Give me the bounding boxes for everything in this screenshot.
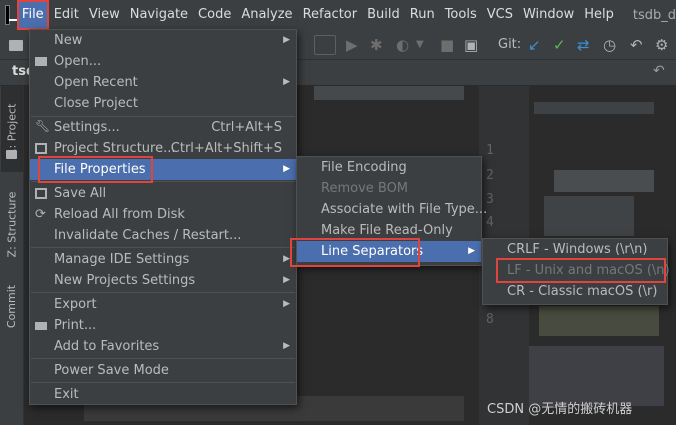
menu-item-line-separators[interactable]: Line Separators ▶ <box>297 241 481 262</box>
menu-item-associate-file-type[interactable]: Associate with File Type... <box>297 199 487 220</box>
coverage-icon[interactable]: ◐ <box>396 35 409 55</box>
submenu-arrow-icon: ▶ <box>468 246 475 256</box>
blurred-content <box>539 306 659 336</box>
menu-item-open[interactable]: Open... <box>30 51 296 72</box>
git-push-icon[interactable]: ⇄ <box>577 35 590 55</box>
menu-build[interactable]: Build <box>362 0 405 30</box>
line-number: 2 <box>486 168 494 183</box>
git-update-icon[interactable]: ↙ <box>528 35 541 55</box>
tab-project-label: 1: Project <box>5 103 19 155</box>
menu-item-file-encoding[interactable]: File Encoding <box>297 157 481 178</box>
menu-item-exit[interactable]: Exit <box>30 384 296 405</box>
menu-edit[interactable]: Edit <box>49 0 84 30</box>
line-number: 8 <box>486 312 494 327</box>
close-tab-icon[interactable]: ↶ <box>653 63 665 79</box>
printer-icon <box>35 322 47 330</box>
git-commit-icon[interactable]: ✓ <box>553 35 566 55</box>
menu-analyze[interactable]: Analyze <box>236 0 297 30</box>
menu-item-new-projects-settings[interactable]: New Projects Settings ▶ <box>30 270 296 291</box>
stop-icon[interactable]: ■ <box>440 35 454 55</box>
menu-refactor[interactable]: Refactor <box>298 0 363 30</box>
window-title: tsdb_d <box>632 7 676 23</box>
menu-item-reload-all[interactable]: ⟳ Reload All from Disk <box>30 204 296 225</box>
watermark: CSDN @无情的搬砖机器 <box>487 402 633 417</box>
settings-icon[interactable]: ⚙ <box>655 35 668 55</box>
menu-item-power-save-mode[interactable]: Power Save Mode <box>30 360 296 381</box>
menu-item-cr[interactable]: CR - Classic macOS (\r) <box>483 281 667 302</box>
menu-separator <box>31 358 295 359</box>
file-menu: New ▶ Open... Open Recent ▶ Close Project … <box>29 29 297 405</box>
tab-project[interactable]: 1: Project <box>1 86 23 172</box>
menu-item-invalidate-caches[interactable]: Invalidate Caches / Restart... <box>30 225 296 246</box>
menu-item-close-project[interactable]: Close Project <box>30 93 296 114</box>
submenu-arrow-icon: ▶ <box>283 275 290 285</box>
menu-run[interactable]: Run <box>405 0 440 30</box>
tab-commit[interactable]: Commit <box>1 276 23 336</box>
menu-separator <box>31 181 295 182</box>
submenu-arrow-icon: ▶ <box>283 35 290 45</box>
run-config-selector[interactable] <box>314 35 336 55</box>
submenu-arrow-icon: ▶ <box>283 254 290 264</box>
menu-item-print[interactable]: Print... <box>30 315 296 336</box>
rollback-icon[interactable]: ↶ <box>630 35 643 55</box>
main-menu-bar: File Edit View Navigate Code Analyze Ref… <box>0 0 676 30</box>
chevron-down-icon[interactable]: ▼ <box>416 35 424 55</box>
submenu-arrow-icon: ▶ <box>283 341 290 351</box>
menu-item-manage-ide-settings[interactable]: Manage IDE Settings ▶ <box>30 249 296 270</box>
menu-item-new[interactable]: New ▶ <box>30 30 296 51</box>
tab-commit-label: Commit <box>5 284 19 328</box>
project-folder-icon <box>6 150 17 159</box>
run-icon[interactable]: ▶ <box>346 35 358 55</box>
menu-item-lf: LF - Unix and macOS (\n) <box>507 263 670 278</box>
menu-item-file-properties[interactable]: File Properties ▶ <box>30 159 296 180</box>
blurred-content <box>314 86 464 100</box>
blurred-content <box>524 346 664 406</box>
menu-vcs[interactable]: VCS <box>482 0 518 30</box>
save-icon <box>35 188 47 199</box>
blurred-content <box>534 102 654 114</box>
project-structure-icon <box>35 143 47 154</box>
open-folder-icon[interactable] <box>9 40 23 51</box>
menu-item-settings[interactable]: 🔧︎ Settings... Ctrl+Alt+S <box>30 117 296 138</box>
reload-icon: ⟳ <box>35 207 46 222</box>
menu-file[interactable]: File <box>16 0 49 30</box>
menu-item-open-recent[interactable]: Open Recent ▶ <box>30 72 296 93</box>
left-tool-strip: 1: Project Z: Structure Commit <box>0 86 24 425</box>
menu-window[interactable]: Window <box>518 0 579 30</box>
git-label: Git: <box>498 37 522 52</box>
git-history-icon[interactable]: ◷ <box>603 35 616 55</box>
line-separators-submenu: CRLF - Windows (\r\n) LF - Unix and macO… <box>482 238 670 305</box>
blurred-content <box>554 170 654 192</box>
menu-tools[interactable]: Tools <box>440 0 482 30</box>
folder-icon <box>35 57 47 66</box>
menu-navigate[interactable]: Navigate <box>125 0 193 30</box>
menu-item-add-to-favorites[interactable]: Add to Favorites ▶ <box>30 336 296 357</box>
tab-structure[interactable]: Z: Structure <box>1 178 23 270</box>
build-project-icon[interactable]: ▣ <box>464 35 478 55</box>
debug-icon[interactable]: ✱ <box>370 35 383 55</box>
menu-item-make-read-only[interactable]: Make File Read-Only <box>297 220 481 241</box>
menu-view[interactable]: View <box>84 0 125 30</box>
menu-code[interactable]: Code <box>193 0 236 30</box>
wrench-icon: 🔧︎ <box>35 119 51 133</box>
menu-help[interactable]: Help <box>579 0 619 30</box>
file-properties-submenu: File Encoding Remove BOM Associate with … <box>296 156 487 266</box>
menu-item-export[interactable]: Export ▶ <box>30 294 296 315</box>
menu-separator <box>31 382 295 383</box>
menu-item-save-all[interactable]: Save All <box>30 183 296 204</box>
submenu-arrow-icon: ▶ <box>283 299 290 309</box>
menu-item-project-structure[interactable]: Project Structure... Ctrl+Alt+Shift+S <box>30 138 296 159</box>
submenu-arrow-icon: ▶ <box>283 164 290 174</box>
menu-separator <box>31 247 295 248</box>
line-number: 1 <box>486 143 494 158</box>
menu-item-remove-bom: Remove BOM <box>321 181 409 196</box>
menu-separator <box>31 292 295 293</box>
submenu-arrow-icon: ▶ <box>283 77 290 87</box>
blurred-content <box>544 196 634 236</box>
tab-structure-label: Z: Structure <box>5 191 19 257</box>
intellij-logo-icon <box>5 5 17 25</box>
menu-item-crlf[interactable]: CRLF - Windows (\r\n) <box>483 239 667 260</box>
